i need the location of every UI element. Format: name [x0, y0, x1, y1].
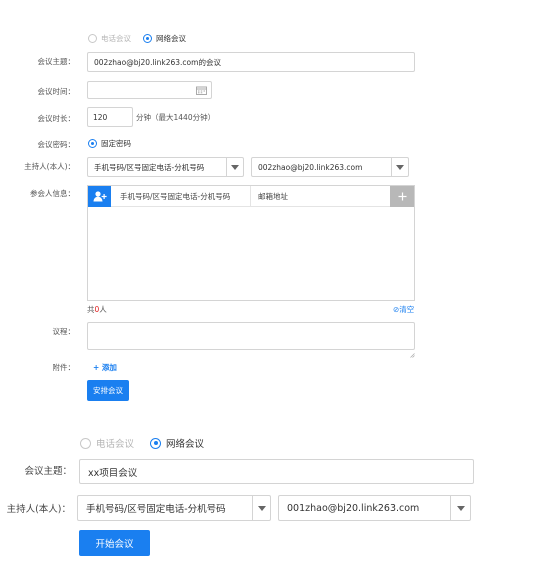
host-phone-select[interactable]: 手机号码/区号固定电话-分机号码	[77, 495, 271, 521]
resize-handle[interactable]	[410, 343, 415, 358]
subject-input[interactable]: xx项目会议	[79, 459, 474, 484]
participants-table: 手机号码/区号固定电话-分机号码 邮箱地址	[87, 185, 415, 301]
radio-network-meeting[interactable]: 网络会议	[143, 33, 186, 44]
time-label: 会议时间：	[37, 87, 76, 96]
host-email-value: 001zhao@bj20.link263.com	[287, 502, 420, 514]
duration-label: 会议时长：	[37, 114, 76, 123]
count-suffix: 人	[99, 305, 107, 314]
clear-link[interactable]: ⊘清空	[393, 304, 414, 315]
chevron-down-icon[interactable]	[391, 158, 408, 176]
subject-value: xx项目会议	[88, 467, 138, 479]
radio-circle-selected	[143, 34, 152, 43]
add-attachment-link[interactable]: + 添加	[93, 362, 117, 373]
radio-circle	[88, 34, 97, 43]
duration-value: 120	[93, 112, 108, 122]
host-phone-value: 手机号码/区号固定电话-分机号码	[86, 504, 226, 515]
duration-input[interactable]: 120	[87, 107, 133, 127]
subject-value: 002zhao@bj20.link263.com的会议	[94, 57, 221, 67]
radio-circle-selected	[150, 437, 161, 449]
radio-label: 固定密码	[101, 139, 131, 148]
radio-label: 电话会议	[101, 34, 131, 43]
radio-label: 网络会议	[156, 34, 186, 43]
host-label: 主持人(本人)：	[24, 162, 75, 171]
agenda-label: 议程：	[52, 327, 76, 336]
participant-phone-header[interactable]: 手机号码/区号固定电话-分机号码	[111, 186, 251, 207]
chevron-down-icon[interactable]	[450, 496, 470, 520]
radio-label: 网络会议	[166, 439, 205, 450]
count-prefix: 共	[87, 305, 95, 314]
time-input[interactable]	[87, 81, 212, 99]
password-label: 会议密码：	[37, 140, 76, 149]
host-email-select[interactable]: 002zhao@bj20.link263.com	[251, 157, 409, 177]
radio-label: 电话会议	[96, 439, 135, 450]
schedule-meeting-button[interactable]: 安排会议	[87, 380, 129, 401]
calendar-icon[interactable]	[196, 86, 207, 97]
host-phone-value: 手机号码/区号固定电话-分机号码	[94, 162, 205, 172]
agenda-textarea[interactable]	[87, 322, 415, 350]
plus-icon[interactable]	[390, 186, 414, 207]
host-phone-select[interactable]: 手机号码/区号固定电话-分机号码	[87, 157, 244, 177]
subject-label: 会议主题：	[37, 57, 76, 66]
radio-phone-meeting[interactable]: 电话会议	[80, 436, 134, 450]
participants-label: 参会人信息：	[30, 189, 75, 198]
start-meeting-button[interactable]: 开始会议	[79, 530, 150, 556]
radio-network-meeting[interactable]: 网络会议	[150, 436, 204, 450]
chevron-down-icon[interactable]	[252, 496, 270, 520]
subject-label: 会议主题：	[24, 466, 72, 477]
chevron-down-icon[interactable]	[226, 158, 243, 176]
host-label: 主持人(本人)：	[6, 504, 71, 515]
duration-unit: 分钟（最大1440分钟）	[136, 113, 216, 122]
radio-circle	[80, 437, 91, 449]
add-user-icon[interactable]	[88, 186, 111, 207]
attachment-label: 附件：	[52, 363, 76, 372]
host-email-value: 002zhao@bj20.link263.com	[258, 162, 363, 172]
clear-label: 清空	[399, 305, 415, 314]
participant-email-header[interactable]: 邮箱地址	[251, 186, 391, 207]
subject-input[interactable]: 002zhao@bj20.link263.com的会议	[87, 52, 415, 72]
radio-fixed-password[interactable]: 固定密码	[88, 138, 131, 149]
radio-phone-meeting[interactable]: 电话会议	[88, 33, 131, 44]
host-email-select[interactable]: 001zhao@bj20.link263.com	[278, 495, 471, 521]
participant-count: 共0人	[87, 304, 107, 315]
radio-circle-selected	[88, 139, 97, 148]
